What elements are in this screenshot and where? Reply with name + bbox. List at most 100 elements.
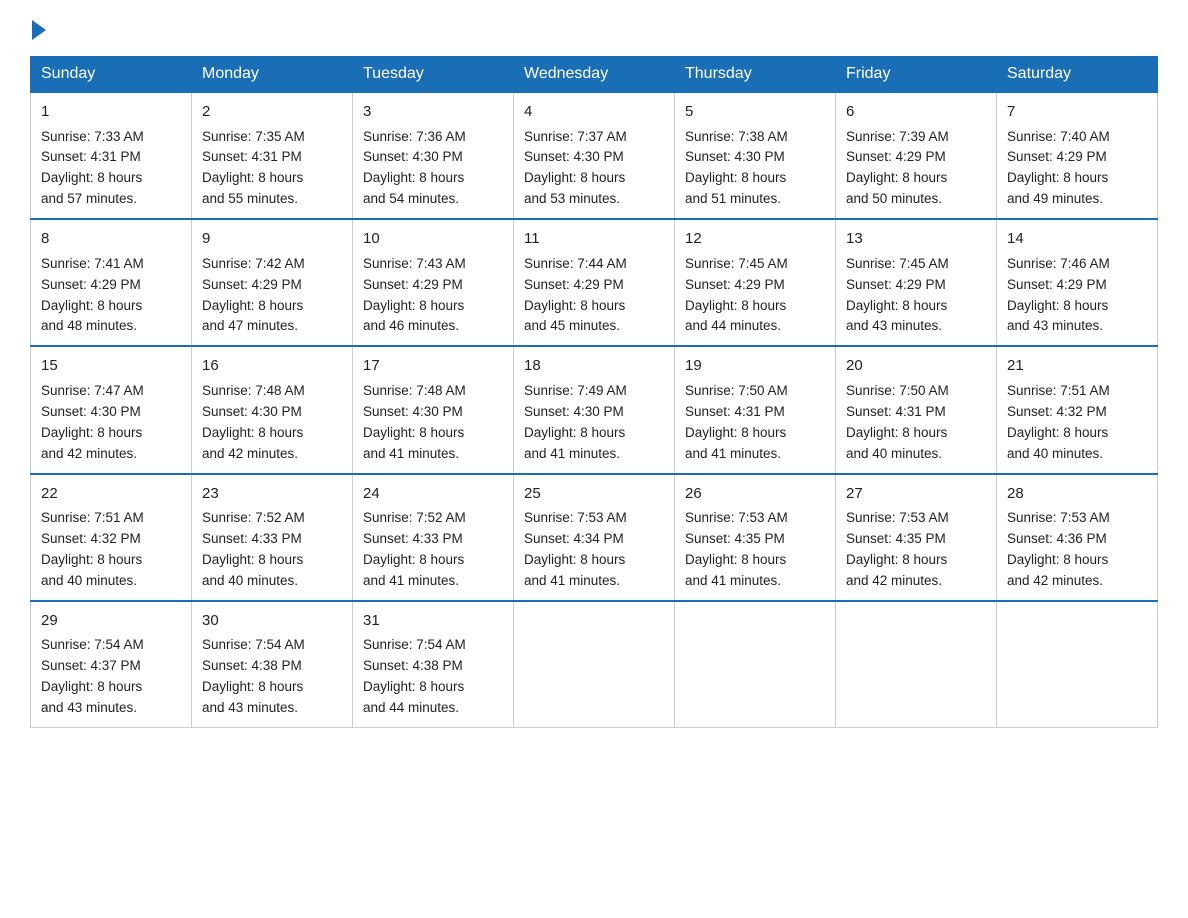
calendar-cell: 20 Sunrise: 7:50 AMSunset: 4:31 PMDayligh… bbox=[836, 346, 997, 473]
col-header-thursday: Thursday bbox=[675, 57, 836, 93]
calendar-cell: 24Sunrise: 7:52 AMSunset: 4:33 PMDayligh… bbox=[353, 474, 514, 601]
calendar-cell: 29Sunrise: 7:54 AMSunset: 4:37 PMDayligh… bbox=[31, 601, 192, 728]
day-number: 28 bbox=[1007, 483, 1147, 506]
calendar-header-row: SundayMondayTuesdayWednesdayThursdayFrid… bbox=[31, 57, 1158, 93]
calendar-cell: 21 Sunrise: 7:51 AMSunset: 4:32 PMDayligh… bbox=[997, 346, 1158, 473]
day-number: 18 bbox=[524, 355, 664, 378]
day-number: 20 bbox=[846, 355, 986, 378]
calendar-week-row: 29Sunrise: 7:54 AMSunset: 4:37 PMDayligh… bbox=[31, 601, 1158, 728]
calendar-cell: 15Sunrise: 7:47 AMSunset: 4:30 PMDayligh… bbox=[31, 346, 192, 473]
calendar-cell: 12 Sunrise: 7:45 AMSunset: 4:29 PMDayligh… bbox=[675, 219, 836, 346]
day-number: 30 bbox=[202, 610, 342, 633]
day-number: 12 bbox=[685, 228, 825, 251]
day-info: Sunrise: 7:53 AMSunset: 4:35 PMDaylight:… bbox=[685, 510, 788, 588]
calendar-cell bbox=[836, 601, 997, 728]
day-number: 19 bbox=[685, 355, 825, 378]
day-info: Sunrise: 7:42 AMSunset: 4:29 PMDaylight:… bbox=[202, 256, 305, 334]
calendar-cell: 13 Sunrise: 7:45 AMSunset: 4:29 PMDayligh… bbox=[836, 219, 997, 346]
calendar-cell bbox=[675, 601, 836, 728]
calendar-cell: 6 Sunrise: 7:39 AMSunset: 4:29 PMDaylight… bbox=[836, 92, 997, 219]
calendar-cell: 7 Sunrise: 7:40 AMSunset: 4:29 PMDaylight… bbox=[997, 92, 1158, 219]
day-info: Sunrise: 7:52 AMSunset: 4:33 PMDaylight:… bbox=[363, 510, 466, 588]
day-number: 1 bbox=[41, 101, 181, 124]
calendar-cell: 26 Sunrise: 7:53 AMSunset: 4:35 PMDayligh… bbox=[675, 474, 836, 601]
day-number: 8 bbox=[41, 228, 181, 251]
calendar-table: SundayMondayTuesdayWednesdayThursdayFrid… bbox=[30, 56, 1158, 728]
page-header bbox=[30, 20, 1158, 40]
day-number: 15 bbox=[41, 355, 181, 378]
day-info: Sunrise: 7:53 AMSunset: 4:36 PMDaylight:… bbox=[1007, 510, 1110, 588]
day-info: Sunrise: 7:45 AMSunset: 4:29 PMDaylight:… bbox=[846, 256, 949, 334]
day-number: 27 bbox=[846, 483, 986, 506]
col-header-tuesday: Tuesday bbox=[353, 57, 514, 93]
day-info: Sunrise: 7:48 AMSunset: 4:30 PMDaylight:… bbox=[202, 383, 305, 461]
calendar-cell: 30 Sunrise: 7:54 AMSunset: 4:38 PMDayligh… bbox=[192, 601, 353, 728]
day-number: 11 bbox=[524, 228, 664, 251]
calendar-cell: 28 Sunrise: 7:53 AMSunset: 4:36 PMDayligh… bbox=[997, 474, 1158, 601]
col-header-wednesday: Wednesday bbox=[514, 57, 675, 93]
day-info: Sunrise: 7:41 AMSunset: 4:29 PMDaylight:… bbox=[41, 256, 144, 334]
day-info: Sunrise: 7:45 AMSunset: 4:29 PMDaylight:… bbox=[685, 256, 788, 334]
day-info: Sunrise: 7:39 AMSunset: 4:29 PMDaylight:… bbox=[846, 129, 949, 207]
calendar-week-row: 1 Sunrise: 7:33 AMSunset: 4:31 PMDaylight… bbox=[31, 92, 1158, 219]
day-info: Sunrise: 7:40 AMSunset: 4:29 PMDaylight:… bbox=[1007, 129, 1110, 207]
col-header-saturday: Saturday bbox=[997, 57, 1158, 93]
day-info: Sunrise: 7:51 AMSunset: 4:32 PMDaylight:… bbox=[1007, 383, 1110, 461]
day-number: 2 bbox=[202, 101, 342, 124]
day-number: 23 bbox=[202, 483, 342, 506]
day-info: Sunrise: 7:51 AMSunset: 4:32 PMDaylight:… bbox=[41, 510, 144, 588]
day-info: Sunrise: 7:38 AMSunset: 4:30 PMDaylight:… bbox=[685, 129, 788, 207]
calendar-cell: 3 Sunrise: 7:36 AMSunset: 4:30 PMDaylight… bbox=[353, 92, 514, 219]
calendar-cell bbox=[997, 601, 1158, 728]
day-info: Sunrise: 7:54 AMSunset: 4:38 PMDaylight:… bbox=[202, 637, 305, 715]
calendar-cell: 23 Sunrise: 7:52 AMSunset: 4:33 PMDayligh… bbox=[192, 474, 353, 601]
calendar-week-row: 15Sunrise: 7:47 AMSunset: 4:30 PMDayligh… bbox=[31, 346, 1158, 473]
day-info: Sunrise: 7:46 AMSunset: 4:29 PMDaylight:… bbox=[1007, 256, 1110, 334]
day-info: Sunrise: 7:44 AMSunset: 4:29 PMDaylight:… bbox=[524, 256, 627, 334]
day-number: 22 bbox=[41, 483, 181, 506]
day-info: Sunrise: 7:37 AMSunset: 4:30 PMDaylight:… bbox=[524, 129, 627, 207]
day-number: 21 bbox=[1007, 355, 1147, 378]
day-info: Sunrise: 7:54 AMSunset: 4:38 PMDaylight:… bbox=[363, 637, 466, 715]
calendar-cell: 22 Sunrise: 7:51 AMSunset: 4:32 PMDayligh… bbox=[31, 474, 192, 601]
day-info: Sunrise: 7:36 AMSunset: 4:30 PMDaylight:… bbox=[363, 129, 466, 207]
calendar-week-row: 8 Sunrise: 7:41 AMSunset: 4:29 PMDaylight… bbox=[31, 219, 1158, 346]
day-info: Sunrise: 7:33 AMSunset: 4:31 PMDaylight:… bbox=[41, 129, 144, 207]
calendar-cell: 14Sunrise: 7:46 AMSunset: 4:29 PMDayligh… bbox=[997, 219, 1158, 346]
logo bbox=[30, 20, 46, 40]
col-header-friday: Friday bbox=[836, 57, 997, 93]
calendar-cell: 1 Sunrise: 7:33 AMSunset: 4:31 PMDaylight… bbox=[31, 92, 192, 219]
calendar-cell: 17 Sunrise: 7:48 AMSunset: 4:30 PMDayligh… bbox=[353, 346, 514, 473]
calendar-cell: 16 Sunrise: 7:48 AMSunset: 4:30 PMDayligh… bbox=[192, 346, 353, 473]
day-number: 17 bbox=[363, 355, 503, 378]
calendar-cell: 4Sunrise: 7:37 AMSunset: 4:30 PMDaylight… bbox=[514, 92, 675, 219]
day-info: Sunrise: 7:35 AMSunset: 4:31 PMDaylight:… bbox=[202, 129, 305, 207]
day-number: 25 bbox=[524, 483, 664, 506]
day-info: Sunrise: 7:48 AMSunset: 4:30 PMDaylight:… bbox=[363, 383, 466, 461]
day-info: Sunrise: 7:43 AMSunset: 4:29 PMDaylight:… bbox=[363, 256, 466, 334]
calendar-cell: 11 Sunrise: 7:44 AMSunset: 4:29 PMDayligh… bbox=[514, 219, 675, 346]
calendar-cell: 9 Sunrise: 7:42 AMSunset: 4:29 PMDaylight… bbox=[192, 219, 353, 346]
logo-text bbox=[30, 20, 46, 40]
col-header-sunday: Sunday bbox=[31, 57, 192, 93]
day-number: 26 bbox=[685, 483, 825, 506]
calendar-cell: 18Sunrise: 7:49 AMSunset: 4:30 PMDayligh… bbox=[514, 346, 675, 473]
day-number: 29 bbox=[41, 610, 181, 633]
calendar-cell: 10Sunrise: 7:43 AMSunset: 4:29 PMDayligh… bbox=[353, 219, 514, 346]
day-info: Sunrise: 7:50 AMSunset: 4:31 PMDaylight:… bbox=[685, 383, 788, 461]
calendar-cell: 31Sunrise: 7:54 AMSunset: 4:38 PMDayligh… bbox=[353, 601, 514, 728]
day-number: 13 bbox=[846, 228, 986, 251]
calendar-week-row: 22 Sunrise: 7:51 AMSunset: 4:32 PMDayligh… bbox=[31, 474, 1158, 601]
day-number: 6 bbox=[846, 101, 986, 124]
calendar-cell: 2 Sunrise: 7:35 AMSunset: 4:31 PMDaylight… bbox=[192, 92, 353, 219]
day-number: 3 bbox=[363, 101, 503, 124]
day-number: 7 bbox=[1007, 101, 1147, 124]
day-number: 9 bbox=[202, 228, 342, 251]
day-info: Sunrise: 7:52 AMSunset: 4:33 PMDaylight:… bbox=[202, 510, 305, 588]
day-info: Sunrise: 7:50 AMSunset: 4:31 PMDaylight:… bbox=[846, 383, 949, 461]
col-header-monday: Monday bbox=[192, 57, 353, 93]
calendar-cell bbox=[514, 601, 675, 728]
day-number: 16 bbox=[202, 355, 342, 378]
day-info: Sunrise: 7:53 AMSunset: 4:34 PMDaylight:… bbox=[524, 510, 627, 588]
day-number: 5 bbox=[685, 101, 825, 124]
